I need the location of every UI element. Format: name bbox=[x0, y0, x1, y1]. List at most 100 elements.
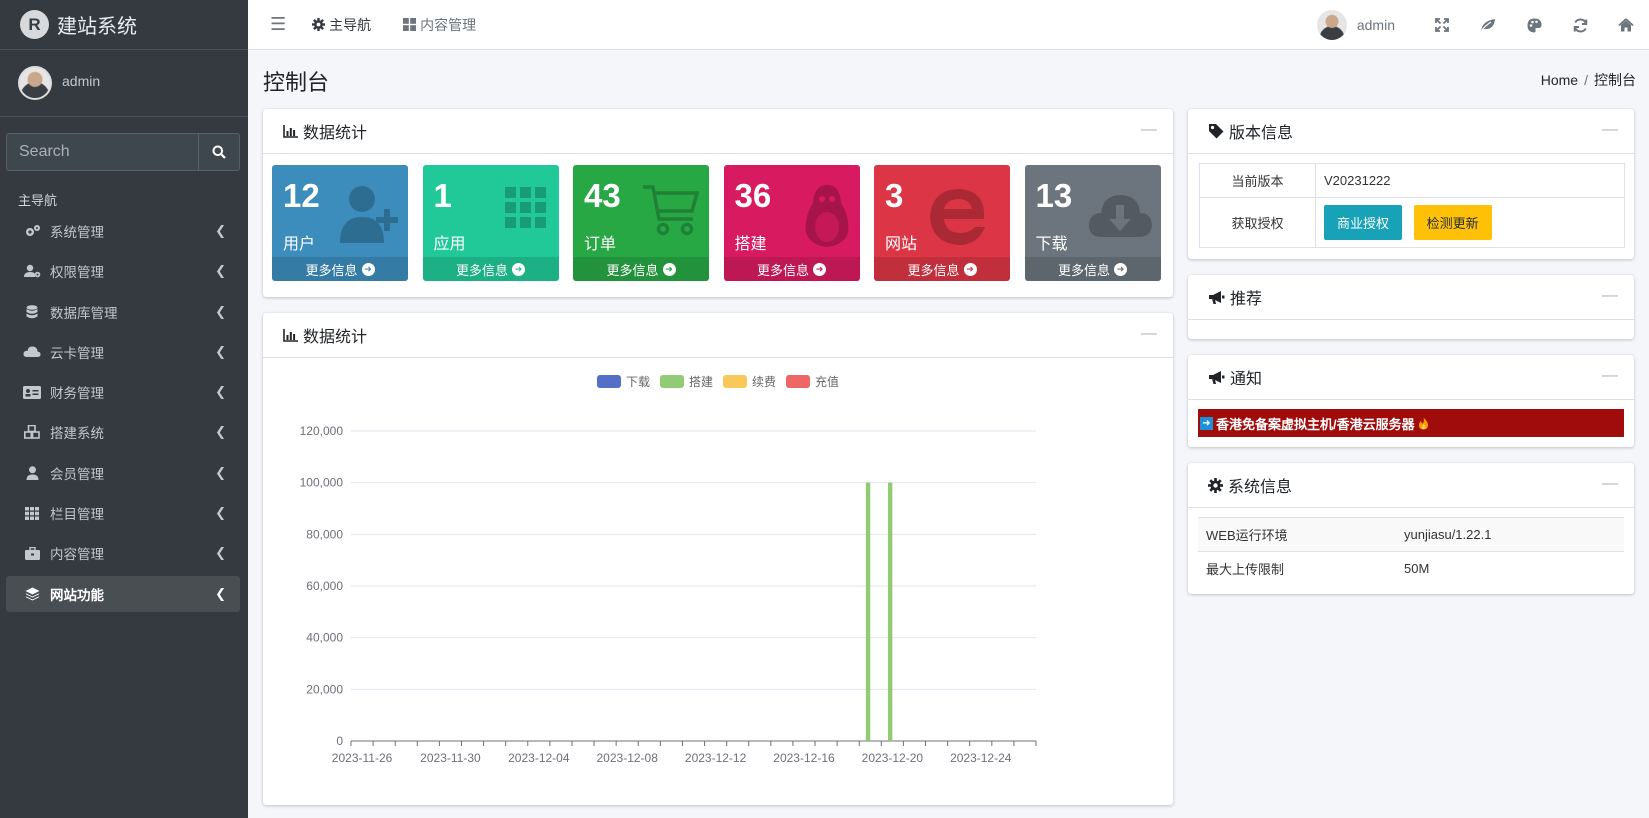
bar-chart-icon bbox=[283, 124, 298, 138]
stat-label: 网站 bbox=[885, 236, 918, 253]
stat-tile-downloads: 13 下载 更多信息 ➜ bbox=[1024, 165, 1161, 281]
sidebar-search bbox=[6, 133, 240, 171]
card-header: 系统信息 — bbox=[1188, 463, 1634, 508]
minus-icon[interactable]: — bbox=[1141, 121, 1157, 139]
sidebar: R 建站系统 admin 主导航 系统管理 ❮ 权限管理 ❮ 数据库管理 ❮ 云 bbox=[0, 0, 248, 818]
y-tick-label: 40,000 bbox=[306, 631, 343, 645]
sidebar-item-system[interactable]: 系统管理 ❮ bbox=[6, 213, 240, 249]
navbar-right: admin bbox=[1316, 0, 1649, 50]
sidebar-item-site-functions[interactable]: 网站功能 ❮ bbox=[6, 575, 240, 612]
version-value: V20231222 bbox=[1315, 163, 1625, 198]
search-button[interactable] bbox=[198, 133, 240, 171]
ie-icon bbox=[922, 179, 992, 256]
x-tick-label: 2023-12-04 bbox=[508, 751, 570, 765]
stat-value: 12 bbox=[283, 177, 320, 214]
sidebar-nav: 系统管理 ❮ 权限管理 ❮ 数据库管理 ❮ 云卡管理 ❮ 财务管理 ❮ 搭建系统… bbox=[6, 213, 240, 616]
chevron-left-icon: ❮ bbox=[215, 505, 226, 521]
stat-tiles: 12 用户 更多信息 ➜ 1 应用 更多信息 ➜ 43 订单 更多信息 ➜ 36 搭建… bbox=[272, 165, 1161, 281]
more-info-link[interactable]: 更多信息 ➜ bbox=[874, 257, 1010, 281]
navbar-user-name[interactable]: admin bbox=[1357, 17, 1395, 33]
stat-tile-users: 12 用户 更多信息 ➜ bbox=[272, 165, 408, 281]
stat-value: 3 bbox=[885, 177, 904, 214]
sidebar-item-label: 数据库管理 bbox=[50, 305, 118, 321]
x-tick-label: 2023-11-26 bbox=[332, 751, 393, 765]
layers-icon bbox=[23, 587, 41, 601]
stat-tile-sites: 3 网站 更多信息 ➜ bbox=[874, 165, 1010, 281]
card-title: 通知 bbox=[1230, 371, 1263, 388]
version-card: 版本信息 — 当前版本 V20231222 获取授权 商业授权 检测更新 bbox=[1188, 109, 1634, 259]
sidebar-item-cloud-card[interactable]: 云卡管理 ❮ bbox=[6, 334, 240, 370]
user-panel[interactable]: admin bbox=[0, 50, 248, 117]
chevron-left-icon: ❮ bbox=[215, 343, 226, 359]
card-header: 推荐 — bbox=[1188, 275, 1634, 320]
more-info-link[interactable]: 更多信息 ➜ bbox=[723, 257, 860, 281]
hamburger-menu-icon[interactable]: ☰ bbox=[270, 14, 286, 35]
breadcrumb-current: 控制台 bbox=[1594, 72, 1636, 88]
more-info-link[interactable]: 更多信息 ➜ bbox=[422, 257, 559, 281]
stat-tile-orders: 43 订单 更多信息 ➜ bbox=[573, 165, 709, 281]
bar bbox=[887, 482, 893, 741]
card-title: 推荐 bbox=[1230, 291, 1263, 308]
avatar[interactable] bbox=[1316, 10, 1347, 40]
sidebar-item-label: 网站功能 bbox=[50, 587, 104, 603]
sidebar-user-name[interactable]: admin bbox=[62, 73, 100, 89]
tab-content-manage[interactable]: 内容管理 bbox=[403, 15, 476, 35]
home-icon[interactable] bbox=[1603, 18, 1649, 32]
y-tick-label: 60,000 bbox=[306, 579, 343, 593]
minus-icon[interactable]: — bbox=[1602, 287, 1618, 305]
nav-header: 主导航 bbox=[18, 193, 58, 208]
stat-label: 订单 bbox=[584, 236, 617, 253]
arrow-right-icon: ➜ bbox=[1200, 416, 1213, 430]
search-input[interactable] bbox=[6, 133, 198, 171]
minus-icon[interactable]: — bbox=[1602, 475, 1618, 493]
y-tick-label: 120,000 bbox=[300, 424, 344, 438]
user-plus-icon bbox=[340, 183, 400, 250]
refresh-icon[interactable] bbox=[1557, 18, 1603, 33]
sidebar-item-label: 会员管理 bbox=[50, 466, 104, 482]
stat-value: 43 bbox=[584, 177, 621, 214]
more-info-link[interactable]: 更多信息 ➜ bbox=[272, 257, 408, 281]
stat-value: 1 bbox=[433, 177, 452, 214]
minus-icon[interactable]: — bbox=[1602, 367, 1618, 385]
more-info-label: 更多信息 bbox=[455, 262, 508, 278]
sidebar-item-permission[interactable]: 权限管理 ❮ bbox=[6, 253, 240, 289]
sysinfo-label: 最大上传限制 bbox=[1206, 562, 1285, 577]
cogs-icon bbox=[23, 224, 41, 238]
sidebar-item-database[interactable]: 数据库管理 ❮ bbox=[6, 294, 240, 330]
minus-icon[interactable]: — bbox=[1602, 121, 1618, 139]
card-header: 通知 — bbox=[1188, 355, 1634, 400]
cloud-icon bbox=[23, 345, 41, 359]
card-header: 数据统计 — bbox=[263, 109, 1173, 154]
stat-label: 用户 bbox=[283, 236, 316, 253]
brand-link[interactable]: R 建站系统 bbox=[0, 0, 248, 50]
page-title: 控制台 bbox=[263, 71, 330, 96]
tab-main-nav[interactable]: 主导航 bbox=[312, 15, 371, 35]
check-update-button[interactable]: 检测更新 bbox=[1413, 205, 1492, 240]
card-header: 版本信息 — bbox=[1188, 109, 1634, 154]
stats-card: 数据统计 — 12 用户 更多信息 ➜ 1 应用 更多信息 ➜ 43 订单 更多信息… bbox=[263, 109, 1173, 297]
arrow-circle-right-icon: ➜ bbox=[963, 262, 977, 276]
more-info-label: 更多信息 bbox=[1057, 262, 1110, 278]
more-info-link[interactable]: 更多信息 ➜ bbox=[573, 257, 709, 281]
fullscreen-icon[interactable] bbox=[1419, 18, 1465, 32]
version-table: 当前版本 V20231222 获取授权 商业授权 检测更新 bbox=[1199, 163, 1625, 248]
notice-banner-text: 香港免备案虚拟主机/香港云服务器 bbox=[1216, 416, 1415, 432]
notice-banner[interactable]: ➜ 香港免备案虚拟主机/香港云服务器 bbox=[1198, 409, 1624, 437]
sidebar-item-columns[interactable]: 栏目管理 ❮ bbox=[6, 495, 240, 531]
license-button[interactable]: 商业授权 bbox=[1324, 205, 1403, 240]
sidebar-item-finance[interactable]: 财务管理 ❮ bbox=[6, 374, 240, 410]
cloud-download-icon bbox=[1087, 191, 1153, 244]
more-info-link[interactable]: 更多信息 ➜ bbox=[1024, 257, 1161, 281]
sidebar-item-content[interactable]: 内容管理 ❮ bbox=[6, 535, 240, 571]
sidebar-item-members[interactable]: 会员管理 ❮ bbox=[6, 455, 240, 491]
sidebar-item-build-system[interactable]: 搭建系统 ❮ bbox=[6, 414, 240, 450]
sysinfo-label: WEB运行环境 bbox=[1206, 528, 1288, 543]
more-info-label: 更多信息 bbox=[305, 262, 358, 278]
arrow-circle-right-icon: ➜ bbox=[813, 262, 826, 276]
bar bbox=[865, 482, 871, 741]
breadcrumb-home-link[interactable]: Home bbox=[1541, 72, 1578, 88]
arrow-circle-right-icon: ➜ bbox=[662, 262, 676, 276]
x-tick-label: 2023-11-30 bbox=[420, 751, 481, 765]
palette-icon[interactable] bbox=[1511, 18, 1557, 33]
leaf-icon[interactable] bbox=[1465, 18, 1511, 32]
